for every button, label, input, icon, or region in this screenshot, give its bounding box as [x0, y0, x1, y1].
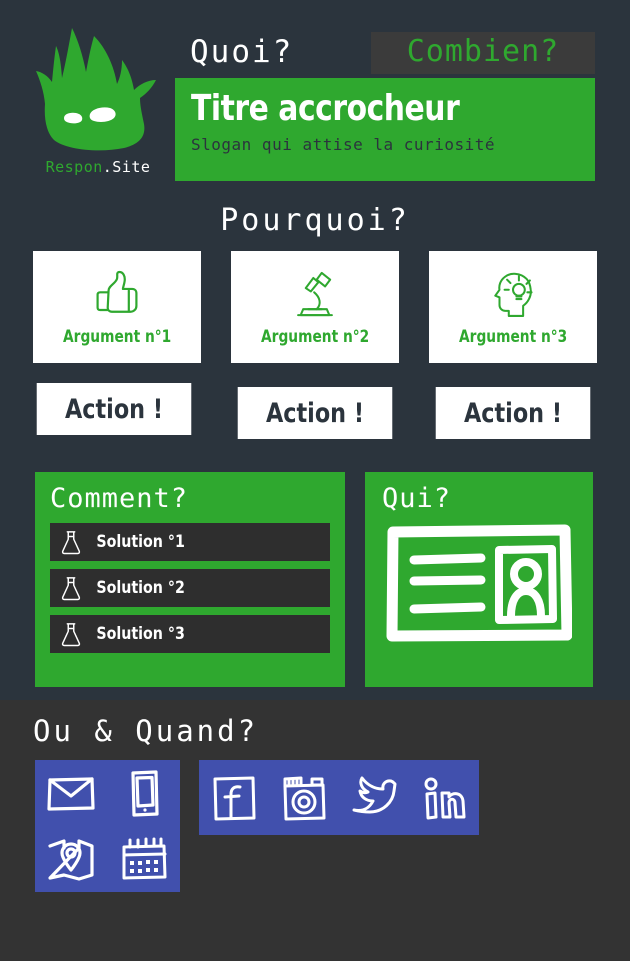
- facebook-icon[interactable]: [210, 774, 258, 822]
- argument-card-2-label: Argument n°2: [260, 327, 370, 347]
- footer-title: Ou & Quand?: [33, 714, 259, 748]
- solution-row-3[interactable]: Solution °3: [50, 615, 330, 653]
- argument-card-1[interactable]: Argument n°1: [33, 251, 201, 363]
- solution-row-1[interactable]: Solution °1: [50, 523, 330, 561]
- combien-label: Combien?: [371, 32, 595, 74]
- comment-card: Comment? Solution °1 Solution °2 Solutio…: [35, 472, 345, 687]
- brand-logo-text: Respon.Site: [28, 158, 168, 176]
- map-pin-icon[interactable]: [45, 835, 97, 883]
- brand-logo[interactable]: Respon.Site: [28, 22, 168, 176]
- footer-section: Ou & Quand?: [0, 700, 630, 961]
- microscope-icon: [297, 271, 333, 317]
- twitter-icon[interactable]: [350, 774, 398, 822]
- comment-qui-row: Comment? Solution °1 Solution °2 Solutio…: [0, 472, 630, 690]
- envelope-icon[interactable]: [45, 769, 97, 817]
- id-card-icon: [386, 524, 572, 642]
- action-button-2[interactable]: Action !: [237, 387, 393, 439]
- smartphone-icon[interactable]: [118, 769, 170, 817]
- comment-title: Comment?: [50, 483, 189, 514]
- action-button-3[interactable]: Action !: [435, 387, 591, 439]
- solution-row-2[interactable]: Solution °2: [50, 569, 330, 607]
- hero-title: Titre accrocheur: [191, 88, 460, 129]
- qui-title: Qui?: [382, 483, 452, 514]
- pourquoi-title: Pourquoi?: [220, 203, 410, 238]
- argument-cards-row: Argument n°1 Argument n°2 Argument n°3: [0, 251, 630, 363]
- action-buttons-row: Action ! Action ! Action !: [0, 383, 630, 453]
- solution-label-2: Solution °2: [96, 578, 185, 598]
- quoi-label: Quoi?: [190, 34, 294, 70]
- social-icons-box: [199, 760, 479, 835]
- calendar-icon[interactable]: [118, 835, 170, 883]
- qui-card: Qui?: [365, 472, 593, 687]
- action-button-1[interactable]: Action !: [36, 383, 192, 435]
- hero-banner: Titre accrocheur Slogan qui attise la cu…: [175, 78, 595, 181]
- instagram-icon[interactable]: [280, 774, 328, 822]
- thumbs-up-icon: [96, 270, 138, 313]
- solution-label-1: Solution °1: [96, 532, 185, 552]
- flask-icon: [61, 623, 81, 647]
- argument-card-1-label: Argument n°1: [62, 327, 172, 347]
- argument-card-2[interactable]: Argument n°2: [231, 251, 399, 363]
- argument-card-3-label: Argument n°3: [458, 327, 568, 347]
- contact-icons-box: [35, 760, 180, 892]
- flask-icon: [61, 577, 81, 601]
- linkedin-icon[interactable]: [420, 774, 468, 822]
- infographic-page: Respon.Site Quoi? Combien? Titre accroch…: [0, 0, 630, 961]
- brand-name-primary: Respon: [45, 158, 103, 176]
- hero-slogan: Slogan qui attise la curiosité: [191, 135, 495, 155]
- head-lightbulb-icon: [494, 272, 533, 317]
- flask-icon: [61, 531, 81, 555]
- brand-name-secondary: .Site: [102, 158, 151, 176]
- troll-head-icon: [36, 28, 156, 151]
- solution-label-3: Solution °3: [96, 624, 185, 644]
- header-section: Respon.Site Quoi? Combien? Titre accroch…: [0, 0, 630, 195]
- argument-card-3[interactable]: Argument n°3: [429, 251, 597, 363]
